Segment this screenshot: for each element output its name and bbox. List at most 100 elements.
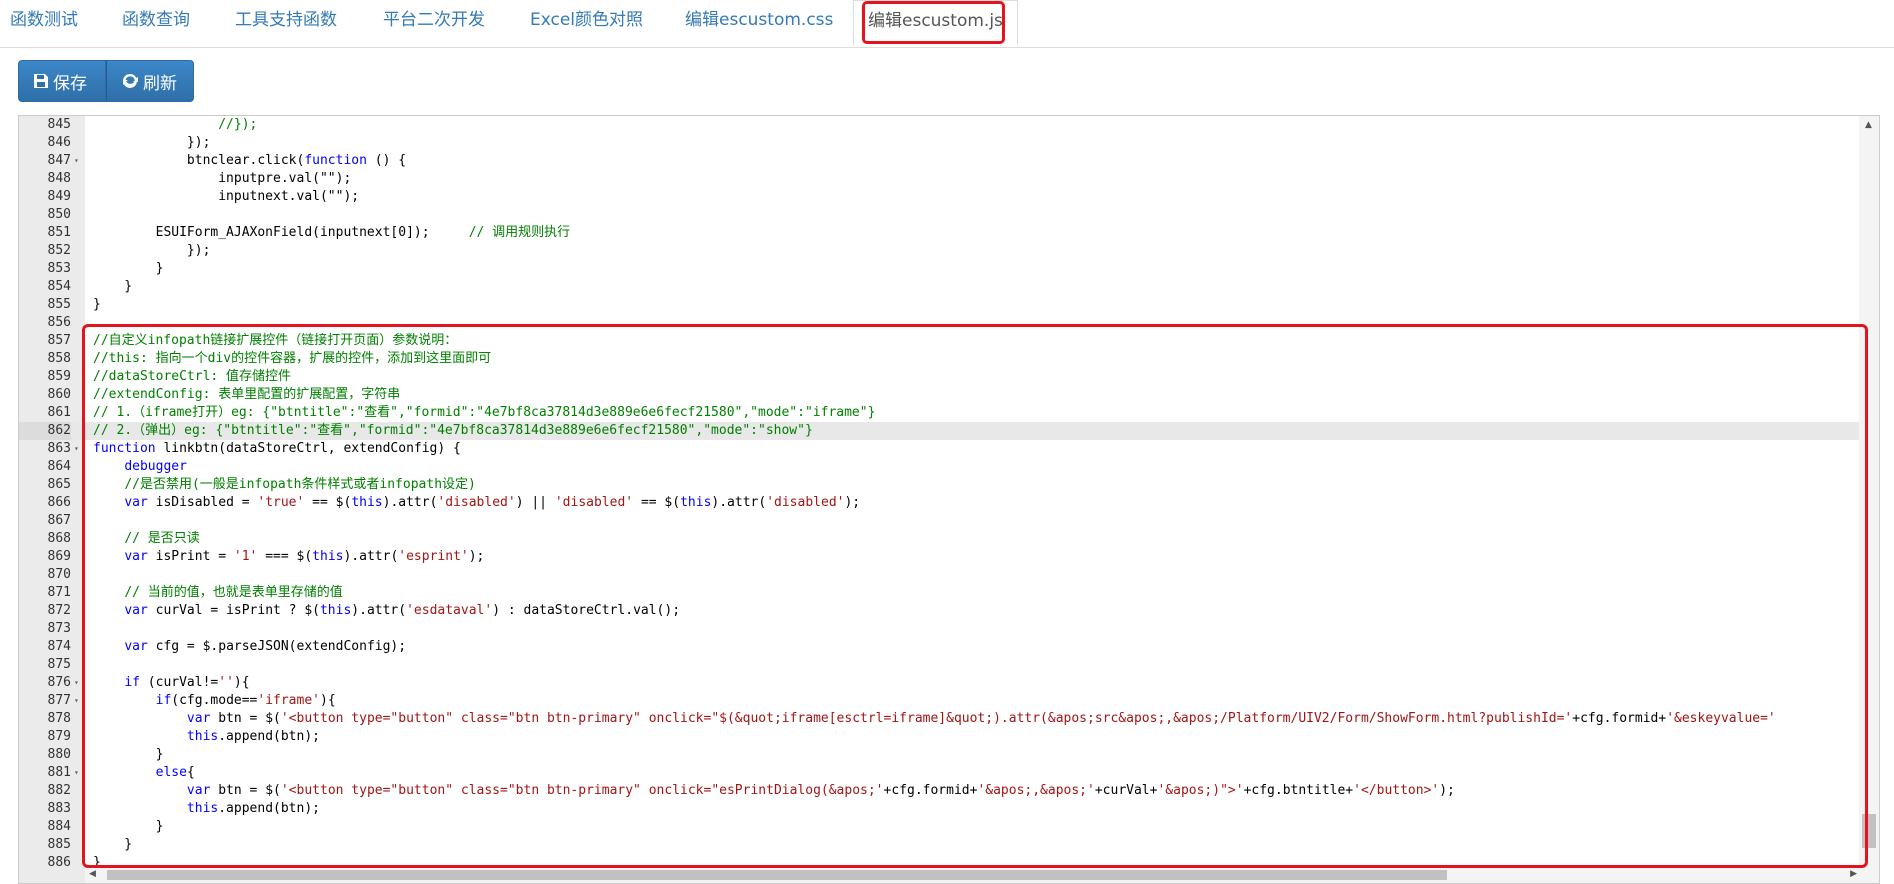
code-line[interactable]: 867 bbox=[19, 512, 1859, 530]
code-line[interactable]: 876 ▾ if (curVal!=''){ bbox=[19, 674, 1859, 692]
save-button[interactable]: 保存 bbox=[18, 60, 106, 102]
code-line[interactable]: 858 //this: 指向一个div的控件容器，扩展的控件，添加到这里面即可 bbox=[19, 350, 1859, 368]
code-text: // 是否只读 bbox=[124, 531, 200, 546]
code-line[interactable]: 868 // 是否只读 bbox=[19, 530, 1859, 548]
code-text: if (curVal!=''){ bbox=[124, 675, 250, 690]
tab-bar: 函数测试 函数查询 工具支持函数 平台二次开发 Excel颜色对照 编辑escu… bbox=[0, 0, 1894, 48]
line-number: 865 bbox=[47, 477, 71, 492]
refresh-button[interactable]: 刷新 bbox=[106, 60, 194, 102]
fold-arrow-icon[interactable]: ▾ bbox=[74, 674, 79, 692]
code-text: var curVal = isPrint ? $(this).attr('esd… bbox=[124, 603, 681, 618]
code-line[interactable]: 861 // 1.（iframe打开）eg: {"btntitle":"查看","… bbox=[19, 404, 1859, 422]
code-line[interactable]: 854 } bbox=[19, 278, 1859, 296]
code-text: if(cfg.mode=='iframe'){ bbox=[155, 693, 336, 708]
line-number: 854 bbox=[47, 279, 71, 294]
code-line[interactable]: 877 ▾ if(cfg.mode=='iframe'){ bbox=[19, 692, 1859, 710]
line-number: 864 bbox=[47, 459, 71, 474]
tab-function-test[interactable]: 函数测试 bbox=[10, 0, 78, 42]
code-text: btnclear.click(function () { bbox=[93, 153, 407, 168]
code-line[interactable]: 879 this.append(btn); bbox=[19, 728, 1859, 746]
line-number: 876 bbox=[47, 675, 71, 690]
code-editor[interactable]: 845 //}); 846 }); 847 ▾ btnclear.click(func… bbox=[18, 115, 1880, 884]
code-text: // 1.（iframe打开）eg: {"btntitle":"查看","for… bbox=[93, 405, 876, 420]
tab-tool-functions[interactable]: 工具支持函数 bbox=[235, 0, 337, 42]
code-line[interactable]: 863 ▾ function linkbtn(dataStoreCtrl, exte… bbox=[19, 440, 1859, 458]
code-text: this.append(btn); bbox=[186, 729, 320, 744]
line-number: 849 bbox=[47, 189, 71, 204]
code-line[interactable]: 870 bbox=[19, 566, 1859, 584]
code-text: this.append(btn); bbox=[186, 801, 320, 816]
code-line[interactable]: 882 var btn = $('<button type="button" c… bbox=[19, 782, 1859, 800]
vertical-scroll-thumb[interactable] bbox=[1862, 814, 1876, 848]
code-text: inputpre.val(""); bbox=[93, 171, 352, 186]
fold-arrow-icon[interactable]: ▾ bbox=[74, 440, 79, 458]
scroll-right-arrow-icon[interactable]: ▶ bbox=[1850, 869, 1857, 879]
line-number: 845 bbox=[47, 117, 71, 132]
line-number: 856 bbox=[47, 315, 71, 330]
code-text: function linkbtn(dataStoreCtrl, extendCo… bbox=[93, 441, 461, 456]
code-text: }); bbox=[93, 135, 211, 150]
code-line[interactable]: 884 } bbox=[19, 818, 1859, 836]
code-line[interactable]: 846 }); bbox=[19, 134, 1859, 152]
code-line[interactable]: 855} bbox=[19, 296, 1859, 314]
fold-arrow-icon[interactable]: ▾ bbox=[74, 152, 79, 170]
code-text: debugger bbox=[124, 459, 187, 474]
line-number: 883 bbox=[47, 801, 71, 816]
code-line[interactable]: 872 var curVal = isPrint ? $(this).attr(… bbox=[19, 602, 1859, 620]
code-line[interactable]: 881 ▾ else{ bbox=[19, 764, 1859, 782]
line-number: 878 bbox=[47, 711, 71, 726]
tab-function-query[interactable]: 函数查询 bbox=[122, 0, 190, 42]
code-line[interactable]: 853 } bbox=[19, 260, 1859, 278]
horizontal-scroll-thumb[interactable] bbox=[107, 870, 1447, 880]
line-number: 879 bbox=[47, 729, 71, 744]
code-line[interactable]: 873 bbox=[19, 620, 1859, 638]
scroll-up-arrow-icon[interactable]: ▲ bbox=[1865, 120, 1872, 130]
code-line[interactable]: 852 }); bbox=[19, 242, 1859, 260]
code-line[interactable]: 856 bbox=[19, 314, 1859, 332]
save-label: 保存 bbox=[53, 73, 87, 94]
code-line[interactable]: 866 var isDisabled = 'true' == $(this).a… bbox=[19, 494, 1859, 512]
code-line[interactable]: 869 var isPrint = '1' === $(this).attr('… bbox=[19, 548, 1859, 566]
tab-edit-css[interactable]: 编辑escustom.css bbox=[685, 0, 833, 42]
code-line[interactable]: 864 debugger bbox=[19, 458, 1859, 476]
code-line[interactable]: 860 //extendConfig: 表单里配置的扩展配置，字符串 bbox=[19, 386, 1859, 404]
code-line[interactable]: 845 //}); bbox=[19, 116, 1859, 134]
tab-excel-colors[interactable]: Excel颜色对照 bbox=[530, 0, 643, 42]
code-line[interactable]: 859 //dataStoreCtrl: 值存储控件 bbox=[19, 368, 1859, 386]
tab-platform-dev[interactable]: 平台二次开发 bbox=[383, 0, 485, 42]
code-text: } bbox=[93, 837, 133, 852]
code-text: } bbox=[93, 261, 164, 276]
horizontal-scrollbar[interactable]: ◀ ▶ bbox=[85, 867, 1861, 883]
code-line[interactable]: 865 //是否禁用(一般是infopath条件样式或者infopath设定) bbox=[19, 476, 1859, 494]
code-text: //是否禁用(一般是infopath条件样式或者infopath设定) bbox=[124, 477, 476, 492]
line-number: 870 bbox=[47, 567, 71, 582]
code-line[interactable]: 875 bbox=[19, 656, 1859, 674]
line-number: 846 bbox=[47, 135, 71, 150]
code-line[interactable]: 878 var btn = $('<button type="button" c… bbox=[19, 710, 1859, 728]
code-line[interactable]: 849 inputnext.val(""); bbox=[19, 188, 1859, 206]
code-line[interactable]: 850 bbox=[19, 206, 1859, 224]
code-text: } bbox=[93, 819, 164, 834]
code-line[interactable]: 851 ESUIForm_AJAXonField(inputnext[0]); … bbox=[19, 224, 1859, 242]
fold-arrow-icon[interactable]: ▾ bbox=[74, 764, 79, 782]
code-line[interactable]: 880 } bbox=[19, 746, 1859, 764]
line-number: 850 bbox=[47, 207, 71, 222]
code-text: // 当前的值，也就是表单里存储的值 bbox=[124, 585, 343, 600]
code-line[interactable]: 847 ▾ btnclear.click(function () { bbox=[19, 152, 1859, 170]
code-line[interactable]: 848 inputpre.val(""); bbox=[19, 170, 1859, 188]
code-line[interactable]: 871 // 当前的值，也就是表单里存储的值 bbox=[19, 584, 1859, 602]
vertical-scrollbar[interactable]: ▲ bbox=[1859, 116, 1879, 883]
line-number: 861 bbox=[47, 405, 71, 420]
line-number: 847 bbox=[47, 153, 71, 168]
code-line[interactable]: 885 } bbox=[19, 836, 1859, 854]
toolbar: 保存 刷新 bbox=[18, 60, 194, 102]
code-line[interactable]: 883 this.append(btn); bbox=[19, 800, 1859, 818]
code-line[interactable]: 862 // 2.（弹出）eg: {"btntitle":"查看","formid… bbox=[19, 422, 1859, 440]
fold-arrow-icon[interactable]: ▾ bbox=[74, 692, 79, 710]
scroll-left-arrow-icon[interactable]: ◀ bbox=[89, 869, 96, 879]
line-number: 866 bbox=[47, 495, 71, 510]
code-line[interactable]: 874 var cfg = $.parseJSON(extendConfig); bbox=[19, 638, 1859, 656]
code-line[interactable]: 857 //自定义infopath链接扩展控件（链接打开页面）参数说明： bbox=[19, 332, 1859, 350]
tab-edit-js[interactable]: 编辑escustom.js bbox=[853, 0, 1018, 46]
code-text: // 2.（弹出）eg: {"btntitle":"查看","formid":"… bbox=[93, 423, 813, 438]
